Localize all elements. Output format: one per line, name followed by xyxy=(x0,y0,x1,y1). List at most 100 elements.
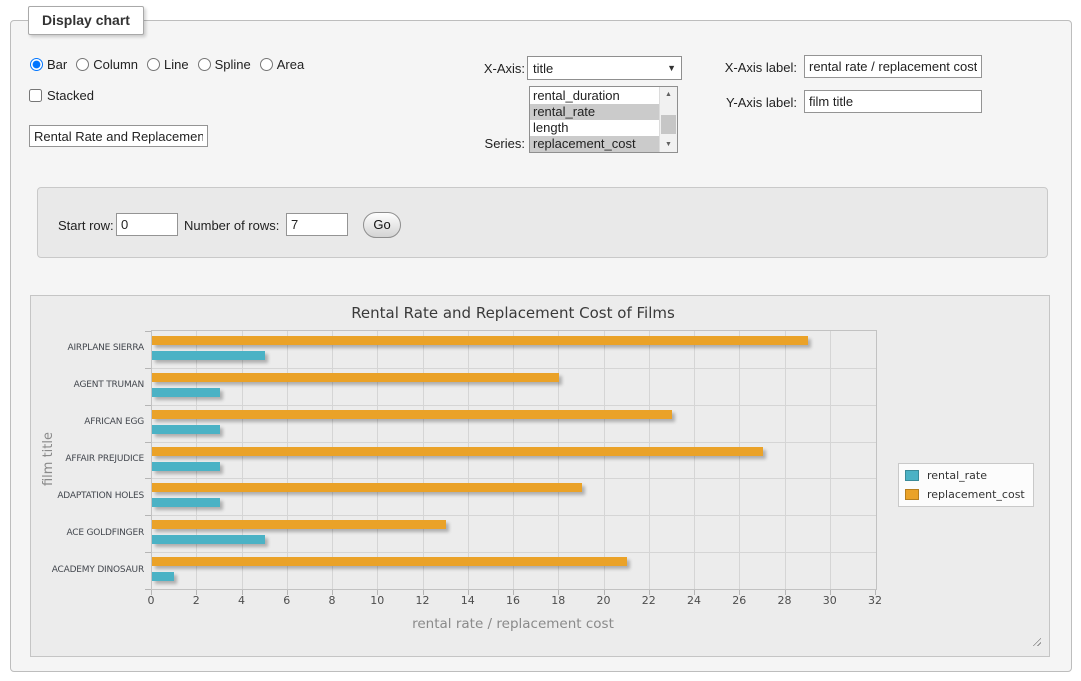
x-tick-label: 12 xyxy=(403,594,443,607)
x-tick-label: 28 xyxy=(765,594,805,607)
y-axis-label-caption: Y-Axis label: xyxy=(700,95,797,111)
bar xyxy=(152,483,582,492)
legend-item: replacement_cost xyxy=(905,488,1025,501)
y-tick-mark xyxy=(145,368,151,369)
resize-handle-icon[interactable] xyxy=(1031,636,1041,646)
gridline xyxy=(152,442,876,443)
gridline xyxy=(152,368,876,369)
legend-swatch xyxy=(905,470,919,481)
x-axis-selected-value: title xyxy=(533,61,553,76)
start-row-label: Start row: xyxy=(58,218,114,234)
gridline xyxy=(739,331,740,589)
series-option[interactable]: replacement_cost xyxy=(530,136,659,152)
gridline xyxy=(423,331,424,589)
chart-type-label: Spline xyxy=(215,57,251,72)
gridline xyxy=(152,515,876,516)
gridline xyxy=(468,331,469,589)
x-tick-label: 0 xyxy=(131,594,171,607)
chart-type-radio-area[interactable] xyxy=(260,58,273,71)
go-button[interactable]: Go xyxy=(363,212,401,238)
stacked-row: Stacked xyxy=(29,87,94,103)
x-tick-label: 22 xyxy=(629,594,669,607)
series-option[interactable]: rental_duration xyxy=(530,88,659,104)
bar xyxy=(152,336,808,345)
scroll-down-icon[interactable]: ▼ xyxy=(660,137,677,152)
series-option[interactable]: rental_rate xyxy=(530,104,659,120)
chart-type-label: Bar xyxy=(47,57,67,72)
chart-type-radio-spline[interactable] xyxy=(198,58,211,71)
category-label: AGENT TRUMAN xyxy=(31,380,144,390)
chart-type-radio-column[interactable] xyxy=(76,58,89,71)
y-tick-mark xyxy=(145,331,151,332)
y-tick-mark xyxy=(145,515,151,516)
series-option[interactable]: length xyxy=(530,120,659,136)
row-controls-panel: Start row: Number of rows: Go xyxy=(37,187,1048,258)
bar xyxy=(152,520,446,529)
category-label: AFFAIR PREJUDICE xyxy=(31,454,144,464)
x-axis-label-input[interactable] xyxy=(804,55,982,78)
legend-item: rental_rate xyxy=(905,469,1025,482)
category-label: ACE GOLDFINGER xyxy=(31,528,144,538)
x-tick-label: 14 xyxy=(448,594,488,607)
chart-type-option-line[interactable]: Line xyxy=(147,57,189,72)
gridline xyxy=(604,331,605,589)
chart-type-radio-bar[interactable] xyxy=(30,58,43,71)
bar xyxy=(152,388,220,397)
gridline xyxy=(830,331,831,589)
gridline xyxy=(649,331,650,589)
x-tick-label: 26 xyxy=(719,594,759,607)
bar xyxy=(152,535,265,544)
chart-type-label: Line xyxy=(164,57,189,72)
x-tick-label: 24 xyxy=(674,594,714,607)
gridline xyxy=(287,331,288,589)
x-axis-caption: X-Axis: xyxy=(430,61,525,77)
chart-type-label: Column xyxy=(93,57,138,72)
x-axis-select[interactable]: title ▼ xyxy=(527,56,682,80)
chart-type-option-bar[interactable]: Bar xyxy=(30,57,67,72)
bar xyxy=(152,557,627,566)
number-of-rows-input[interactable] xyxy=(286,213,348,236)
x-tick-label: 30 xyxy=(810,594,850,607)
x-tick-label: 16 xyxy=(493,594,533,607)
bar xyxy=(152,373,559,382)
chart-title-input[interactable] xyxy=(29,125,208,147)
start-row-input[interactable] xyxy=(116,213,178,236)
stacked-checkbox[interactable] xyxy=(29,89,42,102)
legend-label: replacement_cost xyxy=(927,488,1025,501)
scrollbar-thumb[interactable] xyxy=(661,115,676,134)
bar xyxy=(152,425,220,434)
bar xyxy=(152,447,763,456)
category-label: AIRPLANE SIERRA xyxy=(31,343,144,353)
gridline xyxy=(152,405,876,406)
gridline xyxy=(785,331,786,589)
x-tick-label: 20 xyxy=(584,594,624,607)
y-tick-mark xyxy=(145,405,151,406)
legend-swatch xyxy=(905,489,919,500)
series-scrollbar[interactable]: ▲ ▼ xyxy=(659,87,677,152)
x-axis-label-caption: X-Axis label: xyxy=(700,60,797,76)
stacked-label: Stacked xyxy=(47,88,94,103)
number-of-rows-label: Number of rows: xyxy=(184,218,279,234)
chart-type-option-spline[interactable]: Spline xyxy=(198,57,251,72)
y-axis-label-input[interactable] xyxy=(804,90,982,113)
chart-type-radio-line[interactable] xyxy=(147,58,160,71)
chart-type-label: Area xyxy=(277,57,304,72)
x-axis-title: rental rate / replacement cost xyxy=(151,616,875,632)
gridline xyxy=(558,331,559,589)
series-listbox[interactable]: rental_durationrental_ratelengthreplacem… xyxy=(529,86,678,153)
gridline xyxy=(332,331,333,589)
bar xyxy=(152,462,220,471)
x-tick-label: 4 xyxy=(222,594,262,607)
chart-legend: rental_rate replacement_cost xyxy=(898,463,1034,507)
gridline xyxy=(513,331,514,589)
scrollbar-track[interactable] xyxy=(660,102,677,137)
scroll-up-icon[interactable]: ▲ xyxy=(660,87,677,102)
chart-title: Rental Rate and Replacement Cost of Film… xyxy=(151,304,875,322)
x-tick-label: 2 xyxy=(176,594,216,607)
chart-type-option-area[interactable]: Area xyxy=(260,57,304,72)
gridline xyxy=(694,331,695,589)
chart-type-option-column[interactable]: Column xyxy=(76,57,138,72)
gridline xyxy=(242,331,243,589)
y-tick-mark xyxy=(145,552,151,553)
bar xyxy=(152,351,265,360)
